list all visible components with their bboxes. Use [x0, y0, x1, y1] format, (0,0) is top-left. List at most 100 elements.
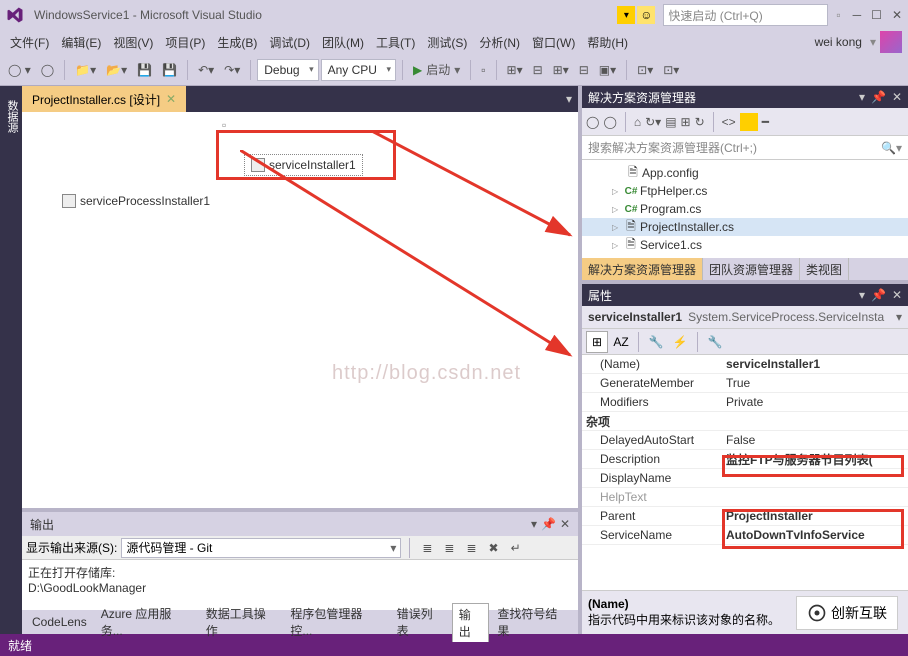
- redo-button[interactable]: ↷▾: [220, 61, 244, 79]
- events-icon[interactable]: ⚡: [669, 331, 691, 353]
- out-btn-1[interactable]: ≣: [418, 539, 436, 557]
- tree-item-projectinstaller[interactable]: ▷🗎ProjectInstaller.cs: [582, 218, 908, 236]
- pin-icon[interactable]: 📌: [541, 517, 556, 531]
- save-all-button[interactable]: 💾: [158, 61, 181, 79]
- forward-button[interactable]: ◯: [37, 61, 58, 79]
- nav-back-icon[interactable]: ◯: [586, 115, 599, 129]
- avatar[interactable]: [880, 31, 902, 53]
- pin-icon[interactable]: 📌: [871, 288, 886, 302]
- tb-align-1[interactable]: ⊞▾: [503, 61, 527, 79]
- subtab-class[interactable]: 类视图: [800, 258, 849, 280]
- expand-icon[interactable]: ▷: [612, 223, 622, 232]
- preview-icon[interactable]: ━: [762, 115, 769, 129]
- sync-icon[interactable]: ↻▾: [645, 115, 661, 129]
- solution-search-input[interactable]: 搜索解决方案资源管理器(Ctrl+;) 🔍▾: [582, 136, 908, 160]
- btab-codelens[interactable]: CodeLens: [26, 613, 93, 631]
- properties-grid[interactable]: (Name)serviceInstaller1 GenerateMemberTr…: [582, 355, 908, 590]
- categorized-icon[interactable]: ⊞: [586, 331, 608, 353]
- menu-view[interactable]: 视图(V): [109, 32, 157, 53]
- btab-output[interactable]: 输出: [452, 603, 490, 642]
- tb-align-5[interactable]: ▣▾: [595, 61, 620, 79]
- config-combo[interactable]: Debug: [257, 59, 318, 81]
- expand-icon[interactable]: ▷: [612, 241, 622, 250]
- tree-item-ftphelper[interactable]: ▷C#FtpHelper.cs: [582, 182, 908, 200]
- output-source-combo[interactable]: 源代码管理 - Git: [121, 538, 401, 558]
- menu-build[interactable]: 生成(B): [213, 32, 261, 53]
- expand-icon[interactable]: ▷: [612, 205, 622, 214]
- menu-test[interactable]: 测试(S): [423, 32, 471, 53]
- panel-close-icon[interactable]: ✕: [892, 90, 902, 104]
- platform-combo[interactable]: Any CPU: [321, 59, 396, 81]
- tree-item-program[interactable]: ▷C#Program.cs: [582, 200, 908, 218]
- designer-surface[interactable]: ▫ serviceProcessInstaller1 serviceInstal…: [22, 112, 578, 508]
- tab-data-sources[interactable]: 数据源: [2, 92, 22, 634]
- menu-tools[interactable]: 工具(T): [372, 32, 419, 53]
- out-btn-wrap[interactable]: ↵: [507, 539, 525, 557]
- menu-file[interactable]: 文件(F): [6, 32, 53, 53]
- menu-project[interactable]: 项目(P): [161, 32, 209, 53]
- panel-dropdown-icon[interactable]: ▾: [859, 90, 865, 104]
- btab-find[interactable]: 查找符号结果: [491, 603, 574, 641]
- new-project-button[interactable]: 📁▾: [71, 61, 100, 79]
- panel-dropdown-icon[interactable]: ▾: [531, 517, 537, 531]
- open-button[interactable]: 📂▾: [102, 61, 131, 79]
- maximize-button[interactable]: ☐: [871, 8, 882, 22]
- subtab-solution[interactable]: 解决方案资源管理器: [582, 258, 703, 280]
- expand-icon[interactable]: ▷: [612, 187, 622, 196]
- wrench-icon[interactable]: 🔧: [704, 331, 726, 353]
- show-all-icon[interactable]: ▤: [665, 115, 676, 129]
- component-serviceinstaller[interactable]: serviceInstaller1: [244, 154, 363, 176]
- tab-dropdown-icon[interactable]: ▾: [566, 92, 572, 106]
- menu-team[interactable]: 团队(M): [318, 32, 368, 53]
- search-dropdown-icon[interactable]: ▫: [836, 8, 840, 22]
- collapse-icon[interactable]: ⊞: [681, 115, 691, 129]
- code-icon[interactable]: <>: [722, 115, 736, 129]
- close-button[interactable]: ✕: [892, 8, 902, 22]
- panel-close-icon[interactable]: ✕: [560, 517, 570, 531]
- menu-help[interactable]: 帮助(H): [583, 32, 632, 53]
- properties-object-combo[interactable]: serviceInstaller1 System.ServiceProcess.…: [582, 306, 908, 329]
- doc-tab-active[interactable]: ProjectInstaller.cs [设计] ✕: [22, 86, 186, 112]
- back-button[interactable]: ◯ ▾: [4, 61, 35, 79]
- tb-align-7[interactable]: ⊡▾: [659, 61, 683, 79]
- nav-fwd-icon[interactable]: ◯: [603, 115, 616, 129]
- tb-align-6[interactable]: ⊡▾: [633, 61, 657, 79]
- user-name[interactable]: wei kong: [815, 35, 862, 49]
- feedback-icon[interactable]: ☺: [637, 6, 655, 24]
- start-button[interactable]: ▶ 启动 ▾: [409, 59, 464, 80]
- save-button[interactable]: 💾: [133, 61, 156, 79]
- panel-close-icon[interactable]: ✕: [892, 288, 902, 302]
- panel-dropdown-icon[interactable]: ▾: [859, 288, 865, 302]
- btab-data[interactable]: 数据工具操作: [200, 603, 283, 641]
- component-serviceprocessinstaller[interactable]: serviceProcessInstaller1: [62, 194, 210, 208]
- tree-item-appconfig[interactable]: 🗎App.config: [582, 164, 908, 182]
- menu-analyze[interactable]: 分析(N): [475, 32, 524, 53]
- btab-azure[interactable]: Azure 应用服务...: [95, 603, 198, 641]
- properties-icon[interactable]: [740, 113, 758, 131]
- out-btn-clear[interactable]: ✖: [485, 539, 503, 557]
- subtab-team[interactable]: 团队资源管理器: [703, 258, 800, 280]
- solution-tree[interactable]: 🗎App.config ▷C#FtpHelper.cs ▷C#Program.c…: [582, 160, 908, 258]
- alphabetical-icon[interactable]: AZ: [610, 331, 632, 353]
- menu-window[interactable]: 窗口(W): [528, 32, 579, 53]
- btab-errors[interactable]: 错误列表: [391, 603, 450, 641]
- tree-item-service1[interactable]: ▷🗎Service1.cs: [582, 236, 908, 254]
- quick-launch-input[interactable]: 快速启动 (Ctrl+Q): [663, 4, 828, 26]
- close-icon[interactable]: ✕: [166, 92, 176, 106]
- tb-icon-1[interactable]: ▫: [477, 61, 489, 79]
- props-icon[interactable]: 🔧: [645, 331, 667, 353]
- pin-icon[interactable]: 📌: [871, 90, 886, 104]
- out-btn-3[interactable]: ≣: [462, 539, 480, 557]
- btab-pkg[interactable]: 程序包管理器控...: [284, 603, 388, 641]
- minimize-button[interactable]: ─: [853, 8, 862, 22]
- notifications-icon[interactable]: ▾: [617, 6, 635, 24]
- tb-align-3[interactable]: ⊞▾: [549, 61, 573, 79]
- refresh-icon[interactable]: ↻: [695, 115, 705, 129]
- tab-server-explorer[interactable]: 服务器资源管理器: [0, 92, 2, 634]
- menu-edit[interactable]: 编辑(E): [57, 32, 105, 53]
- menu-debug[interactable]: 调试(D): [265, 32, 314, 53]
- out-btn-2[interactable]: ≣: [440, 539, 458, 557]
- home-icon[interactable]: ⌂: [634, 115, 641, 129]
- tb-align-2[interactable]: ⊟: [529, 61, 547, 79]
- undo-button[interactable]: ↶▾: [194, 61, 218, 79]
